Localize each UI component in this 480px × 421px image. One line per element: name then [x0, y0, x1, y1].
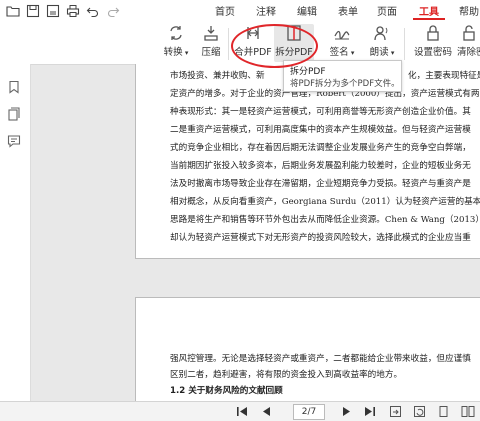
convert-icon: [167, 24, 185, 42]
menu-bar: 首页 注释 编辑 表单 页面 工具 帮助: [0, 0, 480, 23]
set-password-button[interactable]: 设置密码: [410, 24, 456, 58]
section-heading: 1.2 关于财务风险的文献回顾: [170, 386, 283, 396]
double-page-view-icon[interactable]: [461, 405, 475, 418]
export-page-icon[interactable]: [389, 405, 402, 418]
convert-label: 转换: [163, 47, 183, 58]
menu-annotate[interactable]: 注释: [256, 3, 276, 18]
sign-button[interactable]: 签名 ▾: [325, 24, 359, 58]
text-line: 市场投资、兼并收购、新: [170, 71, 265, 81]
menu-page[interactable]: 页面: [377, 3, 397, 18]
highlight-circle: [231, 24, 318, 68]
rotate-page-icon[interactable]: [413, 405, 426, 418]
remove-password-button[interactable]: 清除密: [457, 24, 480, 58]
previous-page-icon[interactable]: [261, 405, 271, 418]
text-line: 式的竞争企业相比，存在着因后期无法调整企业发展业务产生的竞争空白弊端，: [170, 143, 471, 153]
text-line: 却认为轻资产运营模式下对无形资产的投资风险较大，选择此模式的企业应当重: [170, 233, 471, 243]
compress-button[interactable]: 压缩: [197, 24, 225, 58]
redo-icon[interactable]: [106, 4, 120, 18]
lock-icon: [424, 24, 442, 42]
save-icon[interactable]: [26, 4, 40, 18]
tooltip-title: 拆分PDF: [290, 67, 326, 77]
tooltip-description: 将PDF拆分为多个PDF文件。: [290, 79, 400, 89]
comment-icon[interactable]: [7, 134, 21, 148]
undo-icon[interactable]: [86, 4, 100, 18]
page-number-input[interactable]: 2/7: [293, 404, 325, 420]
text-line: 强风控管理。无论是选择轻资产或重资产，二者都能给企业带来收益，但应谨慎: [170, 354, 471, 364]
text-line: 当前期因扩张投入较多资本，后期业务发展盈利能力较差时，企业的短板业务无: [170, 161, 471, 171]
single-page-view-icon[interactable]: [437, 405, 450, 418]
status-bar: 2/7: [0, 401, 480, 421]
active-tab-underline: [413, 18, 445, 20]
text-line: 法及时撤离市场导致企业存在滞留期，企业短期竞争力受损。轻资产与重资产是: [170, 179, 471, 189]
next-page-icon[interactable]: [342, 405, 352, 418]
read-aloud-button[interactable]: 朗读 ▾: [365, 24, 399, 58]
bookmark-icon[interactable]: [7, 80, 21, 94]
document-page: 强风控管理。无论是选择轻资产或重资产，二者都能给企业带来收益，但应谨慎 区别二者…: [135, 297, 480, 402]
set-password-label: 设置密码: [413, 47, 452, 58]
text-line: 思路是将生产和销售等环节外包出去从而降低企业资源。Chen & Wang（201…: [170, 215, 480, 225]
read-icon: [373, 24, 391, 42]
menu-edit[interactable]: 编辑: [297, 3, 317, 18]
page-indicator: 2/7: [301, 407, 317, 417]
left-sidebar: [0, 64, 31, 420]
save-as-icon[interactable]: [46, 4, 60, 18]
text-line: 种表现形式：其一是轻资产运营模式，可利用商誉等无形资产创造企业价值。其: [170, 107, 471, 117]
menu-form[interactable]: 表单: [338, 3, 358, 18]
ribbon-separator: [404, 28, 405, 60]
ribbon-separator: [228, 28, 229, 60]
compress-label: 压缩: [201, 47, 221, 58]
split-pdf-tooltip: 拆分PDF 将PDF拆分为多个PDF文件。: [283, 60, 402, 92]
remove-password-label: 清除密: [457, 47, 480, 58]
convert-button[interactable]: 转换 ▾: [160, 24, 192, 58]
read-label: 朗读: [369, 47, 389, 58]
menu-help[interactable]: 帮助: [459, 3, 479, 18]
first-page-icon[interactable]: [236, 405, 248, 418]
document-page: 市场投资、兼并收购、新 化，主要表现特征是 定资产的增多。对于企业的资产管理，R…: [135, 64, 480, 259]
menu-home[interactable]: 首页: [215, 3, 235, 18]
unlock-icon: [460, 24, 478, 42]
open-file-icon[interactable]: [6, 4, 20, 18]
text-line: 二是重资产运营模式，可利用高度集中的资本产生规模效益。但与轻资产运营模: [170, 125, 471, 135]
menu-tools[interactable]: 工具: [419, 3, 439, 18]
pages-icon[interactable]: [7, 107, 21, 121]
compress-icon: [202, 24, 220, 42]
text-line: 区别二者，趋利避害，将有限的资金投入到高收益率的地方。: [170, 370, 403, 380]
sign-label: 签名: [329, 47, 349, 58]
text-line: 化，主要表现特征是: [408, 71, 480, 81]
last-page-icon[interactable]: [364, 405, 376, 418]
print-icon[interactable]: [66, 4, 80, 18]
text-line: 相对概念，从反向看重资产，Georgiana Surdu（2011）认为轻资产运…: [170, 197, 480, 207]
sign-icon: [333, 24, 351, 42]
